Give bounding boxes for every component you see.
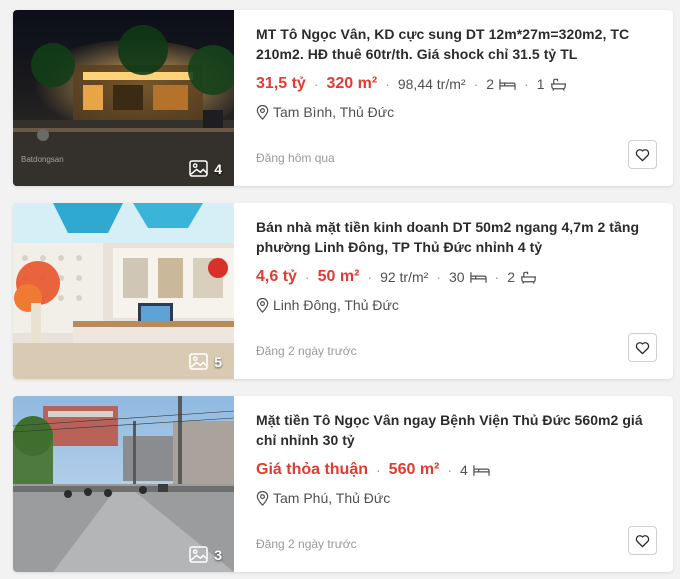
location-pin-icon [256,104,269,120]
separator-dot: · [304,269,310,285]
listing-card[interactable]: Batdongsan 4 MT Tô Ngọc Vân, KD cực sung… [13,10,673,186]
separator-dot: · [524,76,529,92]
bathrooms-count: 2 [507,269,516,285]
listing-bathrooms: 2 [507,269,537,285]
listing-card[interactable]: 5 Bán nhà mặt tiền kinh doanh DT 50m2 ng… [13,203,673,379]
posted-date: Đăng hôm qua [256,151,335,165]
heart-icon [635,341,650,354]
bed-icon [499,78,516,90]
listing-meta: 31,5 tỷ · 320 m² · 98,44 tr/m² · 2 · 1 [256,73,658,95]
image-count: 3 [189,546,222,563]
listing-title[interactable]: MT Tô Ngọc Vân, KD cực sung DT 12m*27m=3… [256,24,658,64]
bedrooms-count: 30 [448,269,465,285]
save-listing-button[interactable] [628,333,657,362]
listing-area: 50 m² [317,268,360,285]
listing-area: 560 m² [388,461,440,478]
separator-dot: · [313,76,319,92]
image-count-label: 4 [214,160,222,177]
save-listing-button[interactable] [628,140,657,169]
location-pin-icon [256,297,269,313]
listing-title[interactable]: Bán nhà mặt tiền kinh doanh DT 50m2 ngan… [256,217,658,257]
location-pin-icon [256,490,269,506]
bath-icon [520,271,537,284]
listing-price-per-m2: 92 tr/m² [380,269,429,285]
bedrooms-count: 4 [460,462,468,478]
listing-price-per-m2: 98,44 tr/m² [397,76,466,92]
image-icon [189,353,208,370]
watermark: Batdongsan [21,155,64,164]
listing-bedrooms: 2 [486,76,516,92]
image-count-label: 5 [214,353,222,370]
image-count: 5 [189,353,222,370]
heart-icon [635,534,650,547]
image-icon [189,160,208,177]
image-icon [189,546,208,563]
listing-bedrooms: 30 [449,269,487,285]
listing-price: 31,5 tỷ [256,75,306,92]
listing-thumbnail[interactable]: 3 [13,396,234,572]
separator-dot: · [473,76,479,92]
listing-location: Linh Đông, Thủ Đức [256,297,658,313]
location-label: Linh Đông, Thủ Đức [273,297,399,313]
bed-icon [473,464,490,476]
location-label: Tam Bình, Thủ Đức [273,104,395,120]
listing-meta: 4,6 tỷ · 50 m² · 92 tr/m² · 30 · 2 [256,266,658,288]
separator-dot: · [367,269,373,285]
listing-meta: Giá thỏa thuận · 560 m² · 4 [256,459,658,481]
listing-card[interactable]: 3 Mặt tiền Tô Ngọc Vân ngay Bệnh Viện Th… [13,396,673,572]
listing-title[interactable]: Mặt tiền Tô Ngọc Vân ngay Bệnh Viện Thủ … [256,410,658,450]
separator-dot: · [376,462,381,478]
save-listing-button[interactable] [628,526,657,555]
separator-dot: · [385,76,390,92]
listing-bathrooms: 1 [537,76,567,92]
separator-dot: · [447,462,453,478]
listing-location: Tam Bình, Thủ Đức [256,104,658,120]
bedrooms-count: 2 [486,76,495,92]
image-count-label: 3 [214,546,222,563]
location-label: Tam Phú, Thủ Đức [273,490,391,506]
listing-location: Tam Phú, Thủ Đức [256,490,658,506]
listing-thumbnail[interactable]: Batdongsan 4 [13,10,234,186]
heart-icon [635,148,650,161]
image-count: 4 [189,160,222,177]
listing-price: 4,6 tỷ [256,268,297,285]
listing-area: 320 m² [326,75,378,92]
posted-date: Đăng 2 ngày trước [256,537,357,551]
bathrooms-count: 1 [536,76,545,92]
bath-icon [550,78,566,91]
separator-dot: · [494,269,500,285]
listing-price: Giá thỏa thuận [256,461,368,478]
bed-icon [469,271,487,283]
posted-date: Đăng 2 ngày trước [256,344,357,358]
listing-bedrooms: 4 [460,462,490,478]
separator-dot: · [436,269,441,285]
listing-thumbnail[interactable]: 5 [13,203,234,379]
